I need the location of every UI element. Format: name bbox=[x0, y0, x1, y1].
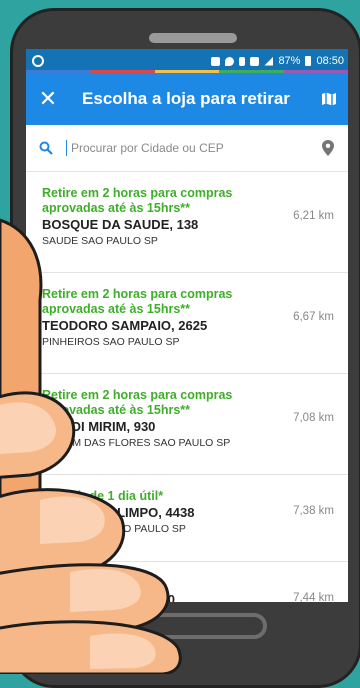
current-location-button[interactable] bbox=[308, 140, 348, 156]
bluetooth-icon bbox=[239, 56, 246, 66]
store-distance: 6,67 km bbox=[293, 311, 334, 323]
map-view-button[interactable] bbox=[310, 73, 348, 125]
search-bar bbox=[26, 125, 348, 172]
phone-home-button[interactable] bbox=[125, 613, 267, 639]
store-name: DO CAMPO LIMPO, 4438 bbox=[42, 505, 195, 520]
status-bar: 87% 08:50 bbox=[26, 49, 348, 73]
wifi-icon bbox=[250, 56, 260, 66]
store-name: EMBOI MIRIM, 930 bbox=[42, 419, 156, 434]
battery-percent: 87% bbox=[278, 55, 301, 67]
map-icon bbox=[322, 92, 336, 106]
store-distance: 7,38 km bbox=[293, 505, 334, 517]
search-icon[interactable] bbox=[26, 141, 66, 155]
app-screen: 87% 08:50 ✕ Escolha a loja para retirar bbox=[26, 49, 348, 602]
store-city: CAPUSSARA SAO PAULO SP bbox=[42, 523, 186, 535]
store-name: TEODORO SAMPAIO, 2625 bbox=[42, 318, 208, 333]
store-pickup-promo: A partir de 1 dia útil* bbox=[42, 576, 164, 590]
alarm-icon bbox=[211, 56, 221, 66]
battery-icon bbox=[305, 56, 312, 66]
store-item[interactable]: A partir de 1 dia útil* AVENIDA DOS PES,… bbox=[26, 562, 348, 602]
location-pin-icon bbox=[322, 140, 334, 156]
store-city: JARDIM DAS FLORES SAO PAULO SP bbox=[42, 437, 231, 449]
store-item[interactable]: Retire em 2 horas para compras aprovadas… bbox=[26, 172, 348, 273]
app-bar: ✕ Escolha a loja para retirar bbox=[26, 73, 348, 125]
signal-icon bbox=[264, 56, 274, 66]
phone-speaker bbox=[149, 33, 237, 43]
close-button[interactable]: ✕ bbox=[26, 73, 70, 125]
store-distance: 6,21 km bbox=[293, 210, 334, 222]
store-pickup-promo: A partir de 1 dia útil* bbox=[42, 489, 164, 503]
location-icon bbox=[225, 56, 235, 66]
store-name: BOSQUE DA SAUDE, 138 bbox=[42, 217, 199, 232]
store-city: PINHEIROS SAO PAULO SP bbox=[42, 336, 180, 348]
store-list: Retire em 2 horas para compras aprovadas… bbox=[26, 172, 348, 602]
store-pickup-promo: Retire em 2 horas para compras aprovadas… bbox=[42, 186, 233, 215]
store-item[interactable]: A partir de 1 dia útil* DO CAMPO LIMPO, … bbox=[26, 475, 348, 562]
store-distance: 7,44 km bbox=[293, 592, 334, 602]
store-city: SAUDE SAO PAULO SP bbox=[42, 235, 158, 247]
store-item[interactable]: Retire em 2 horas para compras aprovadas… bbox=[26, 273, 348, 374]
store-distance: 7,08 km bbox=[293, 412, 334, 424]
status-time: 08:50 bbox=[316, 55, 344, 67]
store-item[interactable]: Retire em 2 horas para compras aprovadas… bbox=[26, 374, 348, 475]
search-input[interactable] bbox=[66, 140, 308, 156]
notification-app-icon bbox=[32, 55, 44, 67]
store-name: AVENIDA DOS PES, 0 bbox=[42, 592, 175, 602]
close-icon: ✕ bbox=[38, 86, 58, 111]
store-pickup-promo: Retire em 2 horas para compras aprovadas… bbox=[42, 388, 233, 417]
page-title: Escolha a loja para retirar bbox=[82, 89, 290, 108]
store-pickup-promo: Retire em 2 horas para compras aprovadas… bbox=[42, 287, 233, 316]
